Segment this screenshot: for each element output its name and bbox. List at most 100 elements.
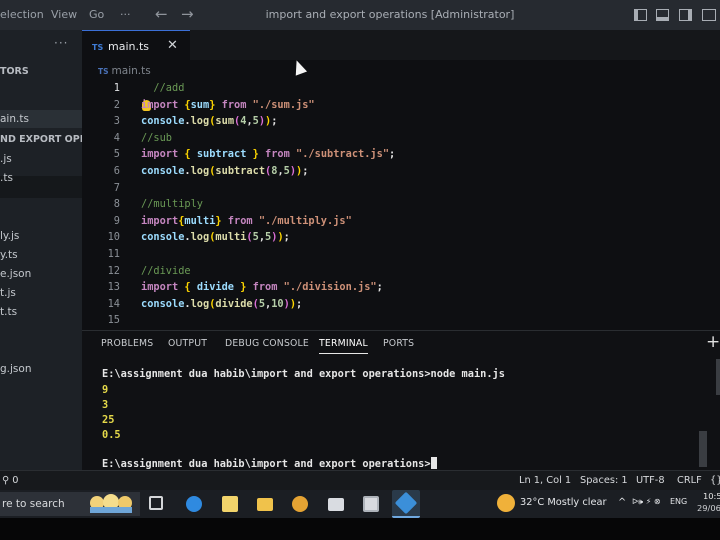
code-token: console (141, 297, 185, 310)
code-token: //divide (141, 264, 191, 277)
code-line[interactable]: 8 //multiply (82, 198, 720, 214)
code-token: log (190, 115, 210, 128)
file-explorer-icon[interactable] (257, 498, 273, 511)
code-token: ; (389, 148, 396, 161)
code-token: } (246, 148, 259, 161)
code-text: import {sum} from "./sum.js" (141, 99, 315, 111)
edge-browser-icon[interactable] (186, 496, 202, 512)
sidebar-item-main-ts-open[interactable]: ain.ts (0, 113, 29, 125)
code-text: //multiply (141, 198, 203, 210)
panel-side-scrollbar[interactable] (716, 359, 720, 395)
code-text: //add (141, 82, 184, 94)
status-cursor-position[interactable]: Ln 1, Col 1 (519, 475, 571, 486)
code-line[interactable]: 3 console.log(sum(4,5)); (82, 115, 720, 131)
photos-icon[interactable] (363, 496, 379, 512)
input-language[interactable]: ENG (670, 497, 687, 506)
chrome-browser-icon[interactable] (292, 496, 308, 512)
code-line[interactable]: 13 import { divide } from "./division.js"… (82, 281, 720, 297)
code-line[interactable]: 1 //add (82, 82, 720, 98)
code-line[interactable]: 11 (82, 248, 720, 264)
tab-ports[interactable]: PORTS (383, 338, 414, 349)
line-number: 5 (113, 148, 120, 161)
windows-taskbar: re to search 32°C Mostly clear ^ ᐅ🕪 ⚡ ⊗ … (0, 490, 720, 518)
weather-text[interactable]: 32°C Mostly clear (520, 497, 607, 508)
tab-label: main.ts (108, 40, 150, 53)
code-token: subtract (215, 165, 266, 177)
breadcrumb-file[interactable]: main.ts (112, 65, 151, 77)
code-token: sum (190, 98, 210, 111)
line-number: 14 (107, 297, 120, 310)
code-text: import { divide } from "./division.js"; (141, 281, 383, 293)
sidebar-item-ts[interactable]: .ts (0, 172, 13, 184)
terminal-prompt[interactable]: E:\assignment dua habib\import and expor… (102, 457, 437, 470)
status-eol[interactable]: CRLF (677, 475, 702, 486)
code-token: divide (196, 281, 235, 294)
code-line[interactable]: 15 (82, 314, 720, 330)
status-bar: ⚲ 0 Ln 1, Col 1 Spaces: 1 UTF-8 CRLF {} (0, 470, 720, 490)
sidebar-more-button[interactable]: ··· (54, 36, 68, 50)
sidebar-section-open-editors[interactable]: TORS (0, 66, 29, 77)
code-text: import{multi} from "./multiply.js" (141, 215, 352, 227)
sidebar-item-multiply-ts[interactable]: y.ts (0, 249, 18, 261)
vscode-taskbar-icon[interactable] (392, 490, 420, 518)
terminal-command-line: E:\assignment dua habib\import and expor… (102, 368, 505, 380)
toggle-sidebar-icon[interactable] (634, 9, 647, 21)
code-line[interactable]: 5 import { subtract } from "./subtract.js… (82, 148, 720, 164)
customize-layout-icon[interactable] (702, 9, 716, 21)
code-line[interactable]: 7 (82, 182, 720, 198)
tab-debug-console[interactable]: DEBUG CONSOLE (225, 338, 309, 349)
code-text: console.log(subtract(8,5)); (141, 165, 308, 177)
sidebar-item-multiply-js[interactable]: ly.js (0, 230, 19, 242)
code-token: import (141, 281, 185, 294)
typescript-file-icon: TS (92, 43, 104, 52)
toggle-secondary-sidebar-icon[interactable] (679, 9, 692, 21)
code-text: console.log(multi(5,5)); (141, 231, 290, 243)
tab-terminal[interactable]: TERMINAL (319, 338, 368, 354)
code-line[interactable]: 14 console.log(divide(5,10)); (82, 298, 720, 314)
code-line[interactable]: 10 console.log(multi(5,5)); (82, 231, 720, 247)
weather-icon[interactable] (497, 494, 515, 512)
mail-icon[interactable] (328, 498, 344, 511)
sidebar-item-js[interactable]: .js (0, 153, 12, 165)
line-number: 13 (107, 281, 120, 294)
store-icon[interactable] (222, 496, 238, 512)
code-token: console (141, 231, 185, 244)
status-problems[interactable]: ⚲ 0 (2, 475, 19, 486)
code-token: ; (376, 281, 383, 294)
new-terminal-button[interactable]: + (706, 332, 720, 352)
toggle-panel-icon[interactable] (656, 9, 669, 21)
line-number: 15 (107, 314, 120, 327)
terminal-scrollbar[interactable] (699, 431, 707, 467)
sidebar-item-package-json[interactable]: e.json (0, 268, 31, 280)
code-line[interactable]: 12 //divide (82, 265, 720, 281)
system-tray-icons[interactable]: ᐅ🕪 ⚡ ⊗ (632, 497, 661, 507)
code-line[interactable]: 9 import{multi} from "./multiply.js" (82, 215, 720, 231)
status-encoding[interactable]: UTF-8 (636, 475, 665, 486)
code-token: console (141, 165, 185, 177)
tab-main-ts[interactable]: TS main.ts ✕ (82, 30, 190, 60)
taskbar-search-box[interactable]: re to search (0, 492, 140, 516)
clock-time[interactable]: 10:51 (703, 491, 720, 501)
code-token: { (184, 281, 197, 294)
code-line[interactable]: 4 //sub (82, 132, 720, 148)
code-token: "./subtract.js" (296, 148, 390, 161)
tab-problems[interactable]: PROBLEMS (101, 338, 153, 349)
status-indentation[interactable]: Spaces: 1 (580, 475, 628, 486)
task-view-icon[interactable] (149, 496, 163, 510)
sidebar-item-subtract-ts[interactable]: t.ts (0, 306, 17, 318)
sidebar-item-tsconfig-json[interactable]: g.json (0, 363, 31, 375)
code-token: 10 (271, 297, 284, 310)
code-token: from (221, 214, 259, 227)
sidebar-item-subtract-js[interactable]: t.js (0, 287, 16, 299)
show-hidden-icons-icon[interactable]: ^ (618, 497, 626, 508)
line-number: 2 (113, 98, 120, 111)
tab-output[interactable]: OUTPUT (168, 338, 207, 349)
code-token: multi (215, 231, 247, 244)
code-token: log (190, 165, 210, 177)
close-tab-icon[interactable]: ✕ (167, 38, 178, 53)
breadcrumb[interactable]: TS main.ts (98, 65, 151, 77)
clock-date[interactable]: 29/06/ (697, 503, 720, 513)
code-line[interactable]: 2 import {sum} from "./sum.js" (82, 99, 720, 115)
status-language[interactable]: {} (710, 475, 720, 486)
code-line[interactable]: 6 console.log(subtract(8,5)); (82, 165, 720, 181)
